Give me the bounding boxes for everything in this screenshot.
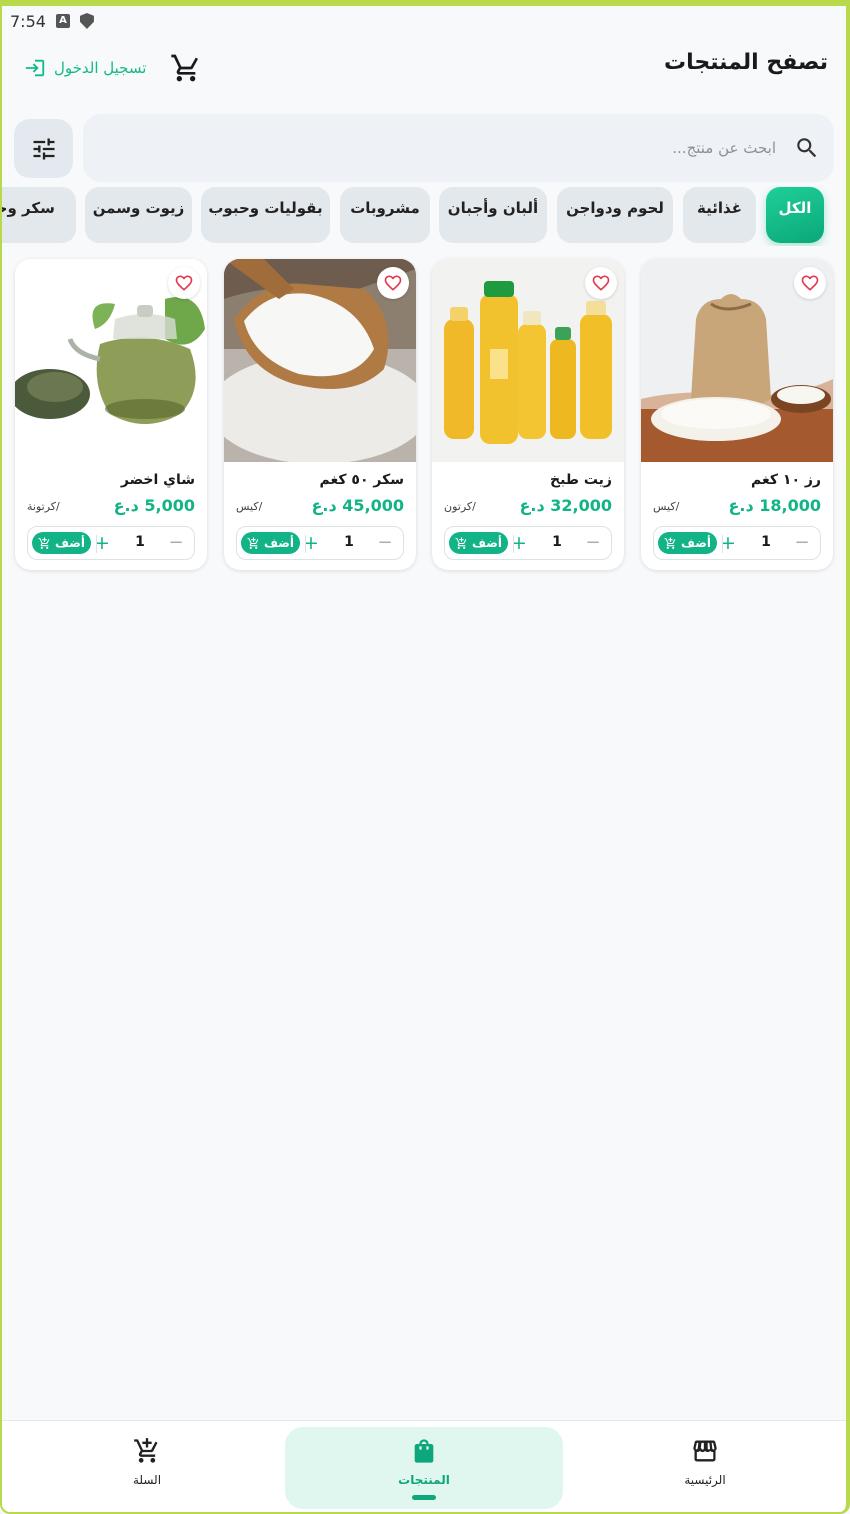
product-name: رز ١٠ كغم bbox=[751, 472, 821, 488]
category-chip-meat[interactable]: لحوم ودواجن bbox=[557, 187, 673, 243]
product-price: 32,000 د.ع bbox=[519, 496, 612, 515]
login-label: تسجيل الدخول bbox=[54, 59, 147, 77]
add-label: أضف bbox=[55, 536, 85, 550]
search-input[interactable] bbox=[216, 132, 776, 164]
product-name: سكر ٥٠ كغم bbox=[319, 472, 405, 488]
increase-button[interactable]: + bbox=[509, 532, 529, 554]
add-label: أضف bbox=[681, 536, 711, 550]
product-unit: /كرتونة bbox=[27, 500, 60, 513]
search-icon bbox=[797, 138, 817, 158]
favorite-button[interactable] bbox=[794, 267, 826, 299]
favorite-button[interactable] bbox=[168, 267, 200, 299]
decrease-button[interactable]: − bbox=[792, 533, 812, 553]
quantity-value: 1 bbox=[761, 534, 771, 550]
heart-outline-icon bbox=[801, 275, 819, 291]
product-price: 18,000 د.ع bbox=[728, 496, 821, 515]
decrease-button[interactable]: − bbox=[166, 533, 186, 553]
product-card[interactable]: شاي اخضر 5,000 د.ع /كرتونة − 1 + أضف bbox=[15, 259, 207, 570]
category-chip-oils[interactable]: زيوت وسمن bbox=[85, 187, 192, 243]
cart-icon bbox=[171, 54, 198, 82]
store-icon bbox=[693, 1440, 717, 1462]
app-header: تصفح المنتجات تسجيل الدخول bbox=[0, 40, 850, 95]
status-bar: 7:54 A bbox=[0, 6, 850, 36]
header-cart-button[interactable] bbox=[170, 52, 202, 84]
decrease-button[interactable]: − bbox=[375, 533, 395, 553]
add-to-cart-button[interactable]: أضف bbox=[241, 532, 300, 554]
add-cart-icon bbox=[455, 537, 467, 549]
add-cart-icon bbox=[247, 537, 259, 549]
status-time: 7:54 bbox=[10, 11, 46, 31]
divider bbox=[96, 535, 97, 553]
increase-button[interactable]: + bbox=[92, 532, 112, 554]
divider bbox=[305, 535, 306, 553]
search-bar bbox=[83, 114, 834, 182]
quantity-value: 1 bbox=[552, 534, 562, 550]
shield-icon bbox=[79, 13, 94, 29]
quantity-value: 1 bbox=[135, 534, 145, 550]
increase-button[interactable]: + bbox=[301, 532, 321, 554]
login-icon bbox=[25, 59, 45, 77]
nav-products[interactable]: المنتجات bbox=[285, 1427, 563, 1509]
nav-home-label: الرئيسية bbox=[684, 1473, 726, 1487]
nav-cart[interactable]: السلة bbox=[8, 1427, 286, 1509]
quantity-stepper: − 1 + أضف bbox=[444, 526, 612, 560]
product-card[interactable]: رز ١٠ كغم 18,000 د.ع /كيس − 1 + أضف bbox=[641, 259, 833, 570]
product-unit: /كيس bbox=[653, 500, 680, 513]
category-chips: الكل غذائية لحوم ودواجن ألبان وأجبان مشر… bbox=[0, 186, 850, 246]
quantity-value: 1 bbox=[344, 534, 354, 550]
nav-products-label: المنتجات bbox=[398, 1473, 450, 1487]
add-label: أضف bbox=[264, 536, 294, 550]
product-card[interactable]: زيت طبخ 32,000 د.ع /كرتون − 1 + أضف bbox=[432, 259, 624, 570]
login-button[interactable]: تسجيل الدخول bbox=[24, 56, 146, 80]
category-chip-food[interactable]: غذائية bbox=[683, 187, 756, 243]
product-price: 5,000 د.ع bbox=[113, 496, 195, 515]
notification-a-icon: A bbox=[55, 14, 70, 28]
bottom-navigation: الرئيسية المنتجات السلة bbox=[2, 1420, 846, 1512]
category-chip-sugar[interactable]: سكر وحلو bbox=[0, 187, 76, 243]
increase-button[interactable]: + bbox=[718, 532, 738, 554]
category-chip-drinks[interactable]: مشروبات bbox=[340, 187, 430, 243]
quantity-stepper: − 1 + أضف bbox=[653, 526, 821, 560]
cart-icon bbox=[134, 1438, 158, 1463]
add-cart-icon bbox=[38, 537, 50, 549]
shopping-bag-icon bbox=[414, 1439, 434, 1463]
nav-home[interactable]: الرئيسية bbox=[566, 1427, 844, 1509]
nav-cart-label: السلة bbox=[132, 1473, 162, 1487]
divider bbox=[722, 535, 723, 553]
category-chip-dairy[interactable]: ألبان وأجبان bbox=[439, 187, 547, 243]
page-title: تصفح المنتجات bbox=[663, 50, 828, 75]
favorite-button[interactable] bbox=[377, 267, 409, 299]
decrease-button[interactable]: − bbox=[583, 533, 603, 553]
heart-outline-icon bbox=[592, 275, 610, 291]
add-to-cart-button[interactable]: أضف bbox=[32, 532, 91, 554]
quantity-stepper: − 1 + أضف bbox=[27, 526, 195, 560]
add-cart-icon bbox=[664, 537, 676, 549]
heart-outline-icon bbox=[384, 275, 402, 291]
quantity-stepper: − 1 + أضف bbox=[236, 526, 404, 560]
category-chip-all[interactable]: الكل bbox=[766, 187, 824, 243]
product-card[interactable]: سكر ٥٠ كغم 45,000 د.ع /كيس − 1 + أضف bbox=[224, 259, 416, 570]
product-unit: /كرتون bbox=[444, 500, 476, 513]
add-to-cart-button[interactable]: أضف bbox=[658, 532, 717, 554]
divider bbox=[513, 535, 514, 553]
product-price: 45,000 د.ع bbox=[311, 496, 404, 515]
add-label: أضف bbox=[472, 536, 502, 550]
product-name: زيت طبخ bbox=[549, 472, 612, 488]
heart-outline-icon bbox=[175, 275, 193, 291]
active-indicator bbox=[412, 1495, 436, 1500]
filter-button[interactable] bbox=[14, 119, 73, 178]
favorite-button[interactable] bbox=[585, 267, 617, 299]
category-chip-legumes[interactable]: بقوليات وحبوب bbox=[201, 187, 330, 243]
add-to-cart-button[interactable]: أضف bbox=[449, 532, 508, 554]
tune-icon bbox=[33, 138, 54, 159]
product-name: شاي اخضر bbox=[120, 472, 195, 488]
product-unit: /كيس bbox=[236, 500, 263, 513]
